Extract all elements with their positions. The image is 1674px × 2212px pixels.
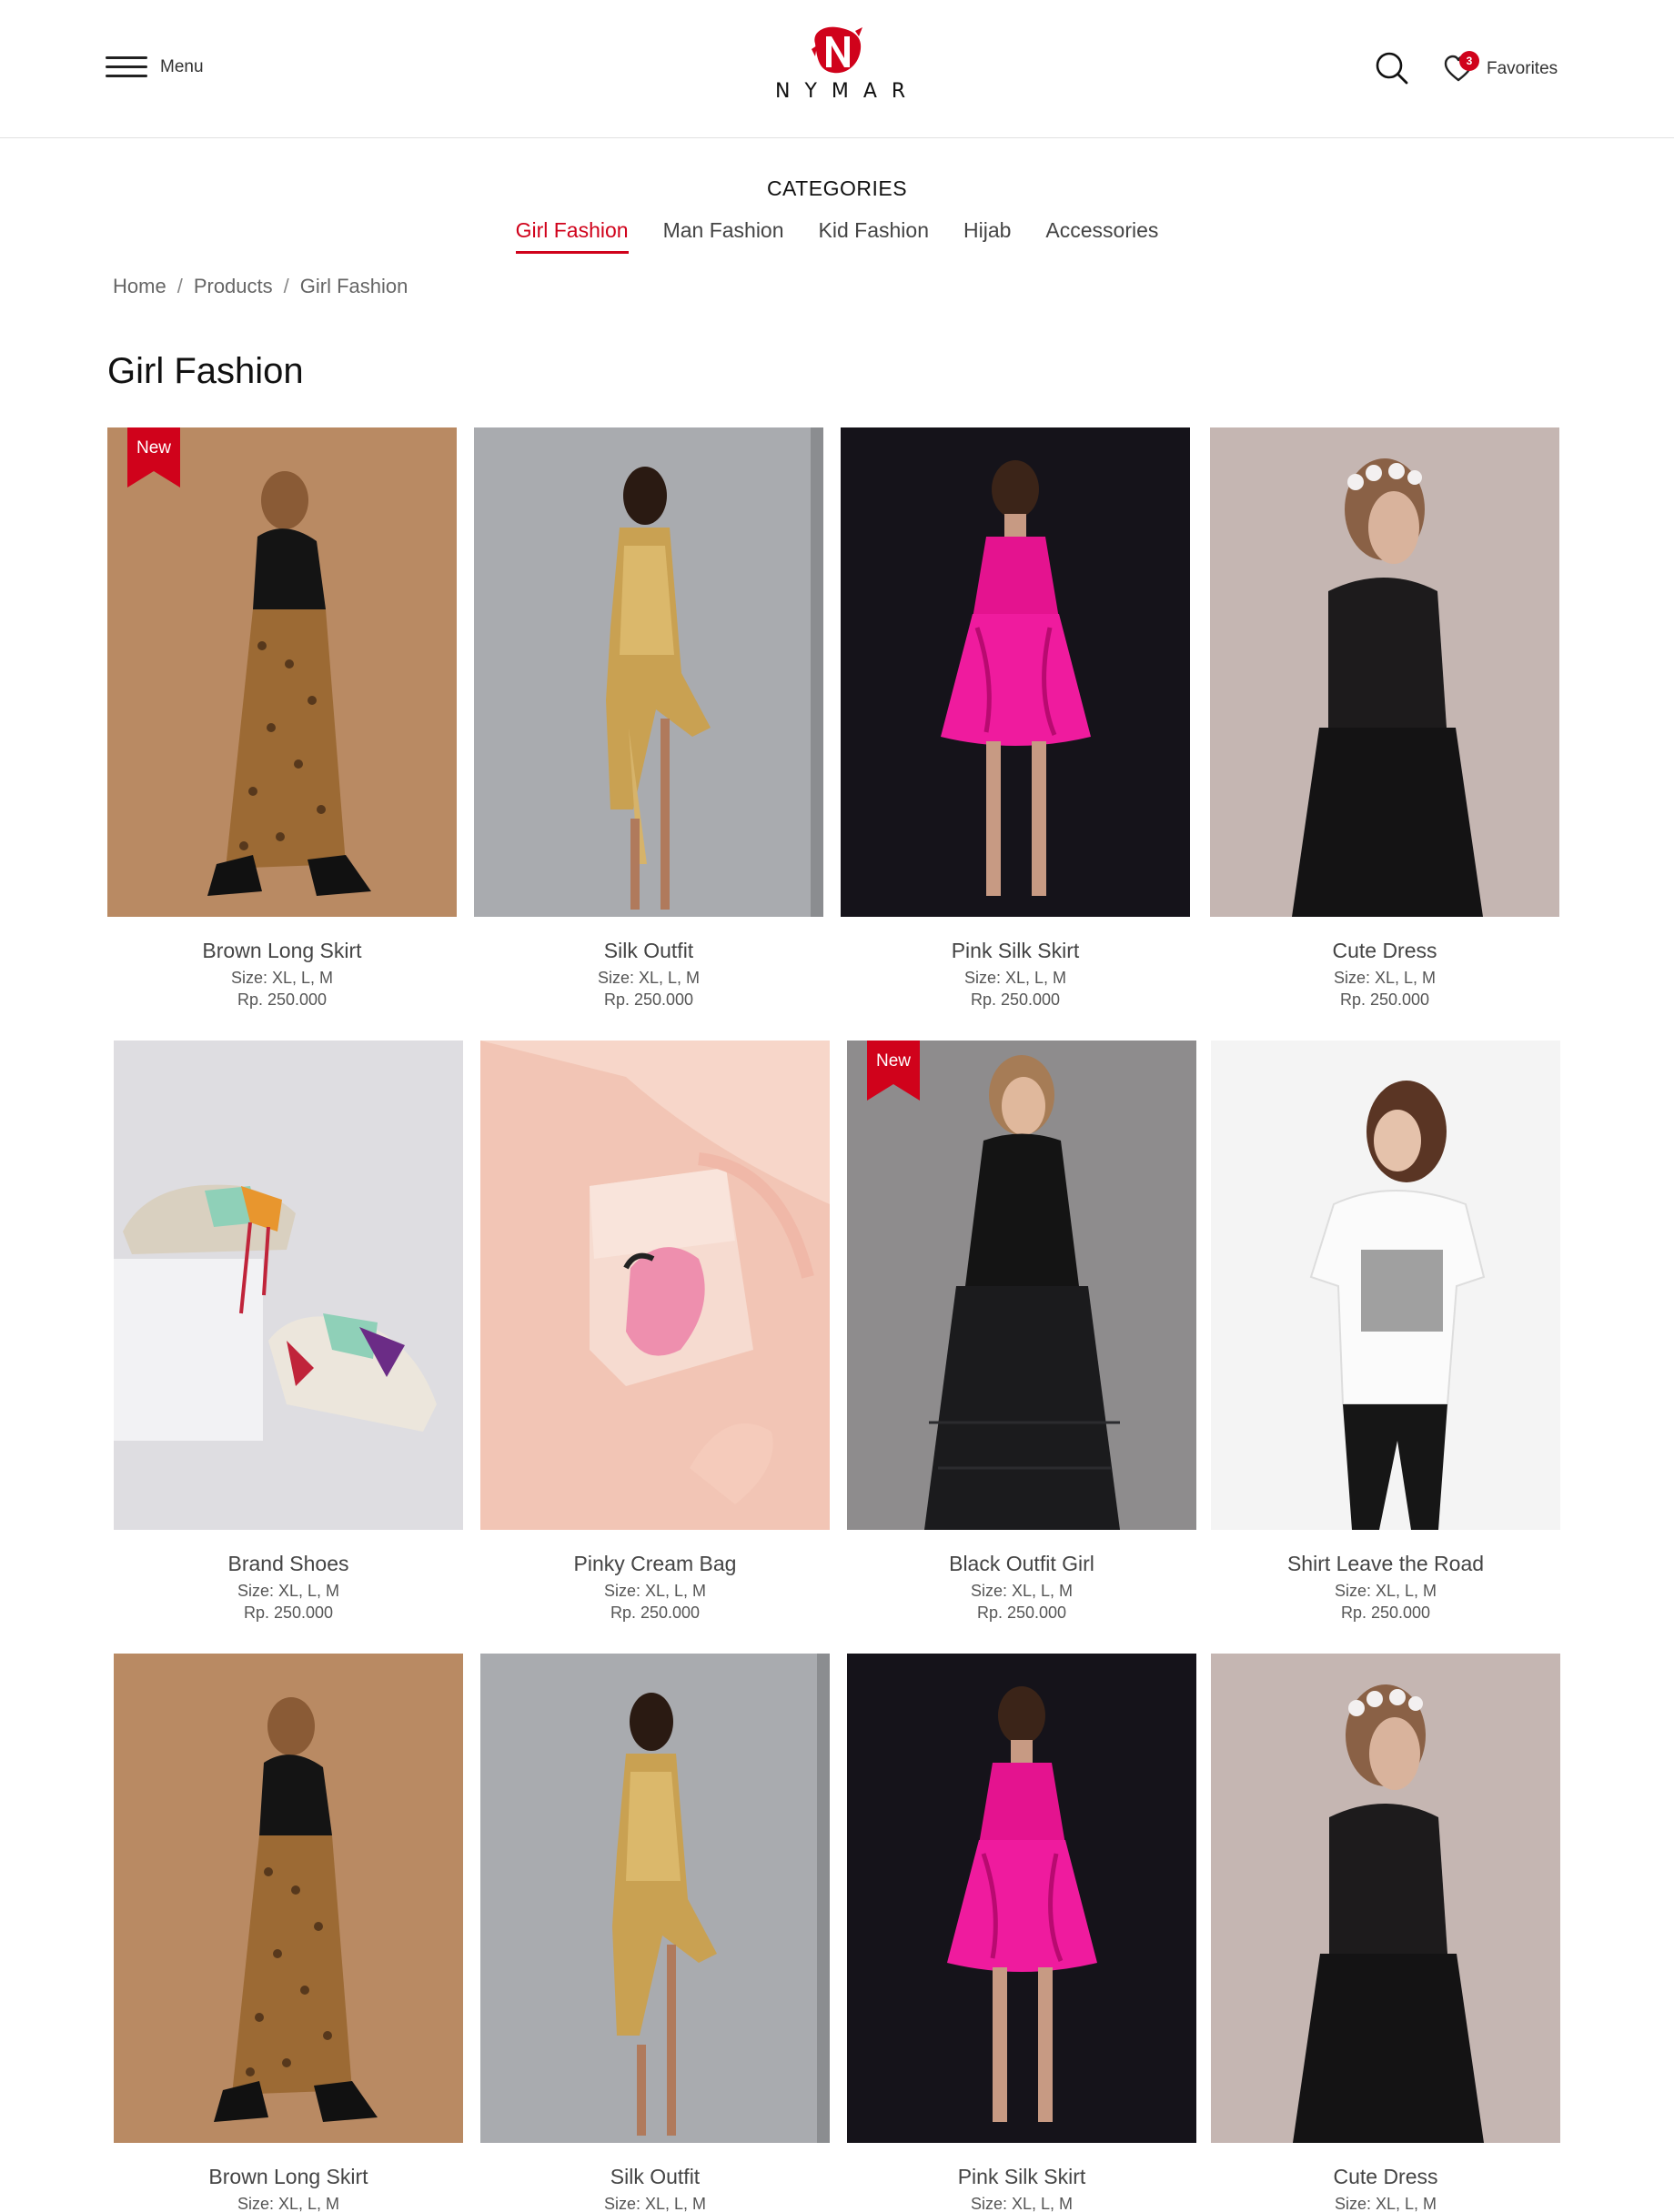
product-image[interactable]: [847, 1654, 1196, 2143]
product-image[interactable]: [841, 427, 1190, 917]
logo-text: NYMAR: [775, 80, 921, 103]
breadcrumb-home[interactable]: Home: [113, 275, 166, 298]
product-size: Size: XL, L, M: [237, 2195, 340, 2212]
product-card[interactable]: Brown Long Skirt Size: XL, L, M: [114, 1654, 463, 2212]
hamburger-icon: [106, 55, 147, 80]
menu-label: Menu: [160, 57, 204, 76]
product-price: Rp. 250.000: [1340, 1604, 1431, 1622]
breadcrumb-current: Girl Fashion: [299, 275, 408, 297]
product-price: Rp. 250.000: [603, 990, 694, 1009]
product-name[interactable]: Pinky Cream Bag: [480, 1552, 830, 1576]
product-name[interactable]: Cute Dress: [1210, 939, 1559, 963]
woman-black-lace-dress-icon: [1210, 427, 1559, 917]
product-name[interactable]: Brown Long Skirt: [114, 2165, 463, 2189]
favorites-count-badge: 3: [1459, 51, 1479, 71]
favorites-label: Favorites: [1487, 59, 1558, 78]
page-title: Girl Fashion: [107, 351, 304, 391]
product-size: Size: XL, L, M: [970, 1582, 1074, 1600]
product-card[interactable]: Cute Dress Size: XL, L, M Rp. 250.000: [1210, 427, 1559, 1010]
product-card[interactable]: Pinky Cream Bag Size: XL, L, M Rp. 250.0…: [480, 1041, 830, 1623]
breadcrumb-separator: /: [283, 275, 289, 297]
search-button[interactable]: [1374, 50, 1410, 86]
product-size: Size: XL, L, M: [963, 969, 1067, 987]
woman-leopard-skirt-icon: [107, 427, 457, 917]
product-size: Size: XL, L, M: [603, 1582, 707, 1600]
product-name[interactable]: Black Outfit Girl: [847, 1552, 1196, 1576]
product-image[interactable]: [480, 1041, 830, 1530]
woman-black-outfit-icon: [847, 1041, 1196, 1530]
product-size: Size: XL, L, M: [597, 969, 701, 987]
category-tabs: Girl Fashion Man Fashion Kid Fashion Hij…: [0, 216, 1674, 254]
tab-hijab[interactable]: Hijab: [946, 216, 1028, 254]
product-image[interactable]: New: [107, 427, 457, 917]
product-price: Rp. 250.000: [243, 1604, 334, 1622]
breadcrumb-products[interactable]: Products: [194, 275, 273, 298]
logo-mark-icon: [812, 26, 862, 74]
product-image[interactable]: [474, 427, 823, 917]
product-card[interactable]: Silk Outfit Size: XL, L, M Rp. 250.000: [474, 427, 823, 1010]
product-price: Rp. 250.000: [237, 990, 328, 1009]
product-card[interactable]: Shirt Leave the Road Size: XL, L, M Rp. …: [1211, 1041, 1560, 1623]
product-image[interactable]: [114, 1654, 463, 2143]
flamingo-bag-icon: [480, 1041, 830, 1530]
favorites-button[interactable]: 3 Favorites: [1443, 51, 1558, 87]
product-size: Size: XL, L, M: [1333, 969, 1437, 987]
product-image[interactable]: [1210, 427, 1559, 917]
woman-white-tshirt-icon: [1211, 1041, 1560, 1530]
product-name[interactable]: Cute Dress: [1211, 2165, 1560, 2189]
product-card[interactable]: Pink Silk Skirt Size: XL, L, M Rp. 250.0…: [841, 427, 1190, 1010]
categories-title: CATEGORIES: [766, 176, 908, 200]
product-image[interactable]: [114, 1041, 463, 1530]
product-card[interactable]: Cute Dress Size: XL, L, M: [1211, 1654, 1560, 2212]
product-card[interactable]: New Brown Long Skirt Size: XL, L, M Rp. …: [107, 427, 457, 1010]
product-size: Size: XL, L, M: [237, 1582, 340, 1600]
product-image[interactable]: [1211, 1041, 1560, 1530]
woman-black-lace-dress-icon: [1211, 1654, 1560, 2143]
product-image[interactable]: [1211, 1654, 1560, 2143]
product-name[interactable]: Silk Outfit: [480, 2165, 830, 2189]
product-card[interactable]: Pink Silk Skirt Size: XL, L, M: [847, 1654, 1196, 2212]
woman-pink-dress-icon: [841, 427, 1190, 917]
product-size: Size: XL, L, M: [230, 969, 334, 987]
product-size: Size: XL, L, M: [970, 2195, 1074, 2212]
tab-accessories[interactable]: Accessories: [1028, 216, 1175, 254]
product-card[interactable]: Brand Shoes Size: XL, L, M Rp. 250.000: [114, 1041, 463, 1623]
product-name[interactable]: Pink Silk Skirt: [847, 2165, 1196, 2189]
product-price: Rp. 250.000: [610, 1604, 701, 1622]
product-card[interactable]: Silk Outfit Size: XL, L, M: [480, 1654, 830, 2212]
product-image[interactable]: New: [847, 1041, 1196, 1530]
search-icon: [1376, 52, 1408, 85]
product-name[interactable]: Brown Long Skirt: [107, 939, 457, 963]
breadcrumb-separator: /: [176, 275, 183, 297]
product-price: Rp. 250.000: [1339, 990, 1430, 1009]
product-price: Rp. 250.000: [970, 990, 1061, 1009]
tab-girl-fashion[interactable]: Girl Fashion: [499, 216, 646, 254]
tab-man-fashion[interactable]: Man Fashion: [646, 216, 802, 254]
product-name[interactable]: Pink Silk Skirt: [841, 939, 1190, 963]
new-badge: New: [867, 1041, 920, 1101]
woman-pink-dress-icon: [847, 1654, 1196, 2143]
product-size: Size: XL, L, M: [1334, 2195, 1437, 2212]
woman-gold-dress-icon: [474, 427, 823, 917]
product-name[interactable]: Shirt Leave the Road: [1211, 1552, 1560, 1576]
product-size: Size: XL, L, M: [603, 2195, 707, 2212]
brand-logo[interactable]: NYMAR: [761, 25, 913, 113]
product-name[interactable]: Brand Shoes: [114, 1552, 463, 1576]
sneakers-icon: [114, 1041, 463, 1530]
woman-leopard-skirt-icon: [114, 1654, 463, 2143]
site-header: Menu NYMAR 3 Favorites: [0, 0, 1674, 138]
woman-gold-dress-icon: [480, 1654, 830, 2143]
tab-kid-fashion[interactable]: Kid Fashion: [802, 216, 946, 254]
product-image[interactable]: [480, 1654, 830, 2143]
menu-button[interactable]: Menu: [106, 53, 204, 82]
breadcrumb: Home / Products / Girl Fashion: [113, 275, 408, 298]
product-name[interactable]: Silk Outfit: [474, 939, 823, 963]
product-size: Size: XL, L, M: [1334, 1582, 1437, 1600]
new-badge: New: [127, 427, 180, 488]
product-price: Rp. 250.000: [976, 1604, 1067, 1622]
product-card[interactable]: New Black Outfit Girl Size: XL, L, M Rp.…: [847, 1041, 1196, 1623]
